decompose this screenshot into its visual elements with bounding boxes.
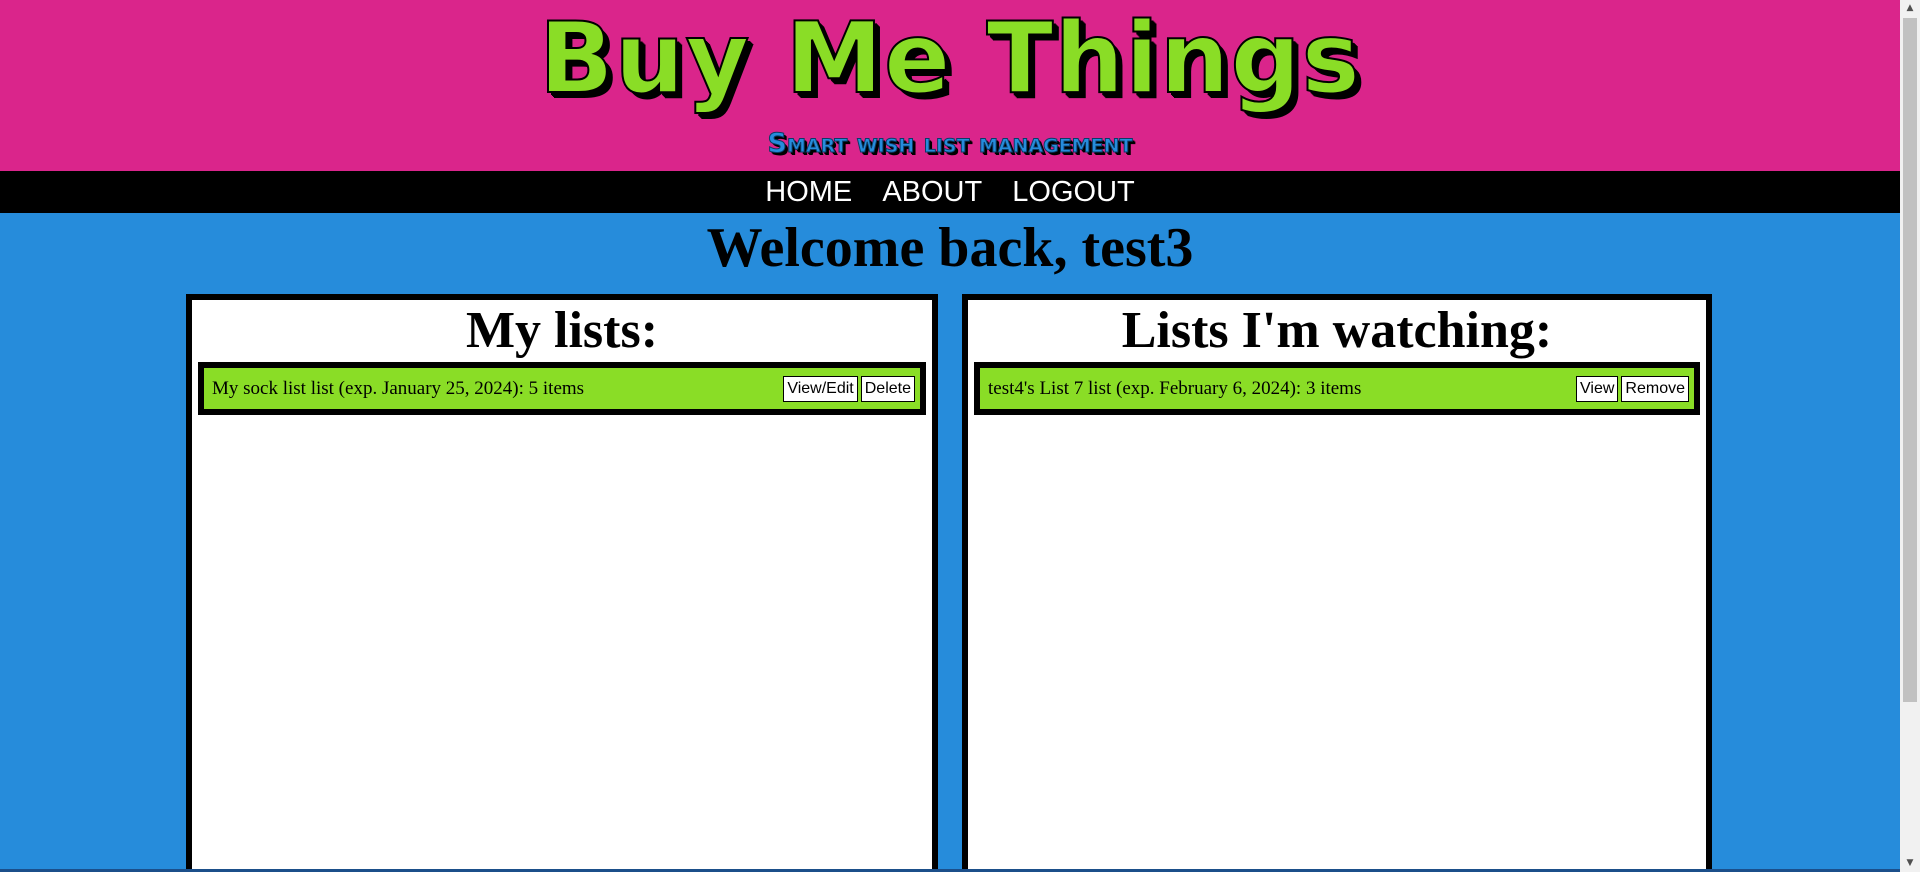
delete-button[interactable]: Delete <box>860 376 915 402</box>
watching-list-item-text: test4's List 7 list (exp. February 6, 20… <box>988 378 1362 399</box>
vertical-scrollbar[interactable]: ▲ ▼ <box>1900 0 1920 872</box>
watching-list-item: test4's List 7 list (exp. February 6, 20… <box>974 362 1700 415</box>
view-edit-button[interactable]: View/Edit <box>783 376 858 402</box>
view-button[interactable]: View <box>1576 376 1619 402</box>
nav-logout-link[interactable]: LOGOUT <box>1012 176 1134 208</box>
site-subtitle: Smart wish list management <box>767 128 1133 160</box>
nav-bar: HOME ABOUT LOGOUT <box>0 171 1900 213</box>
welcome-heading: Welcome back, test3 <box>706 217 1194 279</box>
watching-lists-panel: Lists I'm watching: test4's List 7 list … <box>962 294 1712 872</box>
my-lists-panel: My lists: My sock list list (exp. Januar… <box>186 294 938 872</box>
site-header: Buy Me Things Smart wish list management <box>0 0 1900 171</box>
arrow-down-icon[interactable]: ▼ <box>1900 855 1920 872</box>
watching-list-item-actions: View Remove <box>1576 376 1689 402</box>
remove-button[interactable]: Remove <box>1621 376 1689 402</box>
my-lists-heading: My lists: <box>465 302 659 359</box>
my-list-item-text: My sock list list (exp. January 25, 2024… <box>212 378 585 399</box>
site-title: Buy Me Things <box>538 2 1362 116</box>
nav-about-link[interactable]: ABOUT <box>882 176 982 208</box>
page: Buy Me Things Smart wish list management… <box>0 0 1920 872</box>
my-list-item: My sock list list (exp. January 25, 2024… <box>198 362 926 415</box>
my-list-item-actions: View/Edit Delete <box>783 376 915 402</box>
nav-home-link[interactable]: HOME <box>765 176 852 208</box>
arrow-up-icon[interactable]: ▲ <box>1900 0 1920 17</box>
watching-lists-heading: Lists I'm watching: <box>1121 302 1553 359</box>
scrollbar-thumb[interactable] <box>1903 18 1917 702</box>
